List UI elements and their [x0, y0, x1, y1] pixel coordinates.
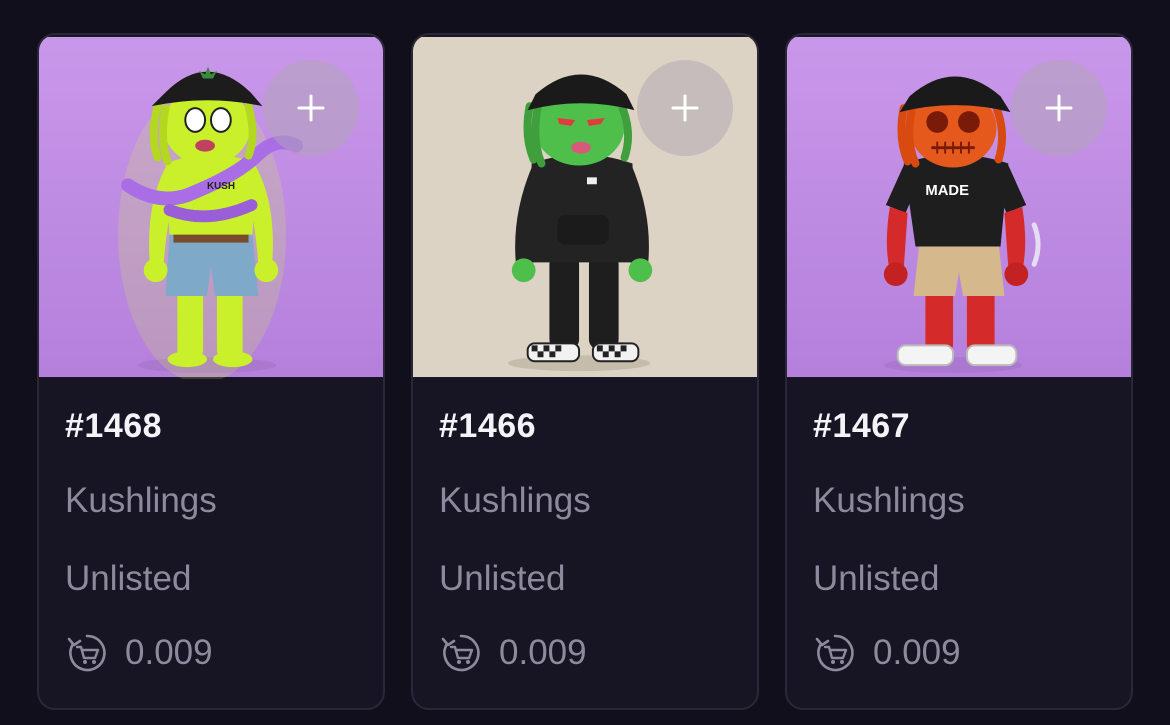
- price-value: 0.009: [873, 633, 961, 672]
- nft-card[interactable]: MADE #1467 Kushlings Unlisted 0.009: [785, 33, 1133, 710]
- plus-icon: [671, 94, 699, 122]
- nft-info: #1468 Kushlings Unlisted 0.009: [39, 379, 383, 708]
- nft-image[interactable]: MADE: [787, 35, 1131, 379]
- svg-text:MADE: MADE: [925, 183, 969, 199]
- nft-card[interactable]: #1466 Kushlings Unlisted 0.009: [411, 33, 759, 710]
- nft-card[interactable]: KUSH #1468 Kushlings Unlisted 0.009: [37, 33, 385, 710]
- collection-name[interactable]: Kushlings: [813, 481, 965, 521]
- price-row: 0.009: [439, 631, 587, 675]
- listing-status: Unlisted: [65, 559, 192, 598]
- nft-grid: KUSH #1468 Kushlings Unlisted 0.009 #146…: [0, 0, 1170, 725]
- collection-name[interactable]: Kushlings: [439, 481, 591, 521]
- add-button[interactable]: [637, 60, 733, 156]
- listing-status: Unlisted: [439, 559, 566, 598]
- token-id: #1468: [65, 407, 163, 445]
- nft-image[interactable]: [413, 35, 757, 379]
- price-row: 0.009: [813, 631, 961, 675]
- listing-status: Unlisted: [813, 559, 940, 598]
- price-row: 0.009: [65, 631, 213, 675]
- token-id: #1466: [439, 407, 537, 445]
- price-value: 0.009: [499, 633, 587, 672]
- cart-refresh-icon: [67, 634, 106, 672]
- plus-icon: [297, 94, 325, 122]
- add-button[interactable]: [1011, 60, 1107, 156]
- cart-refresh-icon: [815, 634, 854, 672]
- collection-name[interactable]: Kushlings: [65, 481, 217, 521]
- nft-info: #1466 Kushlings Unlisted 0.009: [413, 379, 757, 708]
- svg-text:KUSH: KUSH: [207, 181, 235, 192]
- plus-icon: [1045, 94, 1073, 122]
- nft-info: #1467 Kushlings Unlisted 0.009: [787, 379, 1131, 708]
- cart-refresh-icon: [441, 634, 480, 672]
- price-value: 0.009: [125, 633, 213, 672]
- add-button[interactable]: [263, 60, 359, 156]
- token-id: #1467: [813, 407, 911, 445]
- nft-image[interactable]: KUSH: [39, 35, 383, 379]
